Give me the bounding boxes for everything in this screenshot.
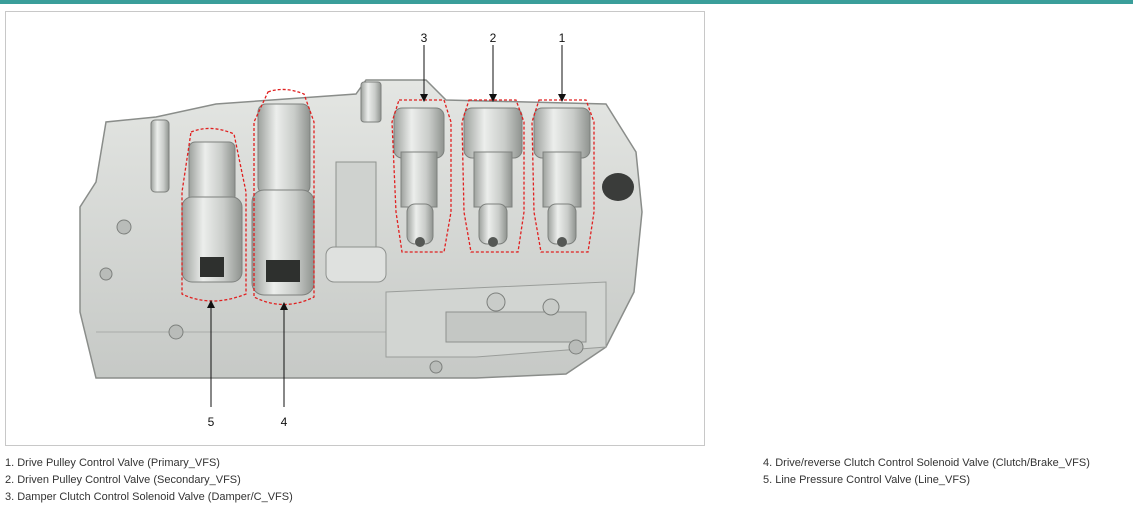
callout-5: 5 xyxy=(208,415,215,429)
legend-left-column: 1. Drive Pulley Control Valve (Primary_V… xyxy=(5,455,293,506)
legend-item-3: 3. Damper Clutch Control Solenoid Valve … xyxy=(5,491,293,503)
legend-item-5: 5. Line Pressure Control Valve (Line_VFS… xyxy=(763,474,971,486)
legend-item-4: 4. Drive/reverse Clutch Control Solenoid… xyxy=(763,457,1090,469)
callout-1: 1 xyxy=(559,31,566,45)
legend-item-1: 1. Drive Pulley Control Valve (Primary_V… xyxy=(5,457,220,469)
legend-item-2: 2. Driven Pulley Control Valve (Secondar… xyxy=(5,474,241,486)
valve-body-illustration: 1 2 3 4 5 xyxy=(79,31,643,429)
callout-3: 3 xyxy=(421,31,428,45)
arrowhead-1 xyxy=(558,94,566,102)
header-accent-bar xyxy=(0,0,1133,4)
callout-2: 2 xyxy=(490,31,497,45)
callout-4: 4 xyxy=(281,415,288,429)
valve-body-figure: 1 2 3 4 5 xyxy=(5,11,705,446)
legend-right-column: 4. Drive/reverse Clutch Control Solenoid… xyxy=(763,455,1090,489)
solenoid-clutch-brake-vfs xyxy=(251,88,315,306)
